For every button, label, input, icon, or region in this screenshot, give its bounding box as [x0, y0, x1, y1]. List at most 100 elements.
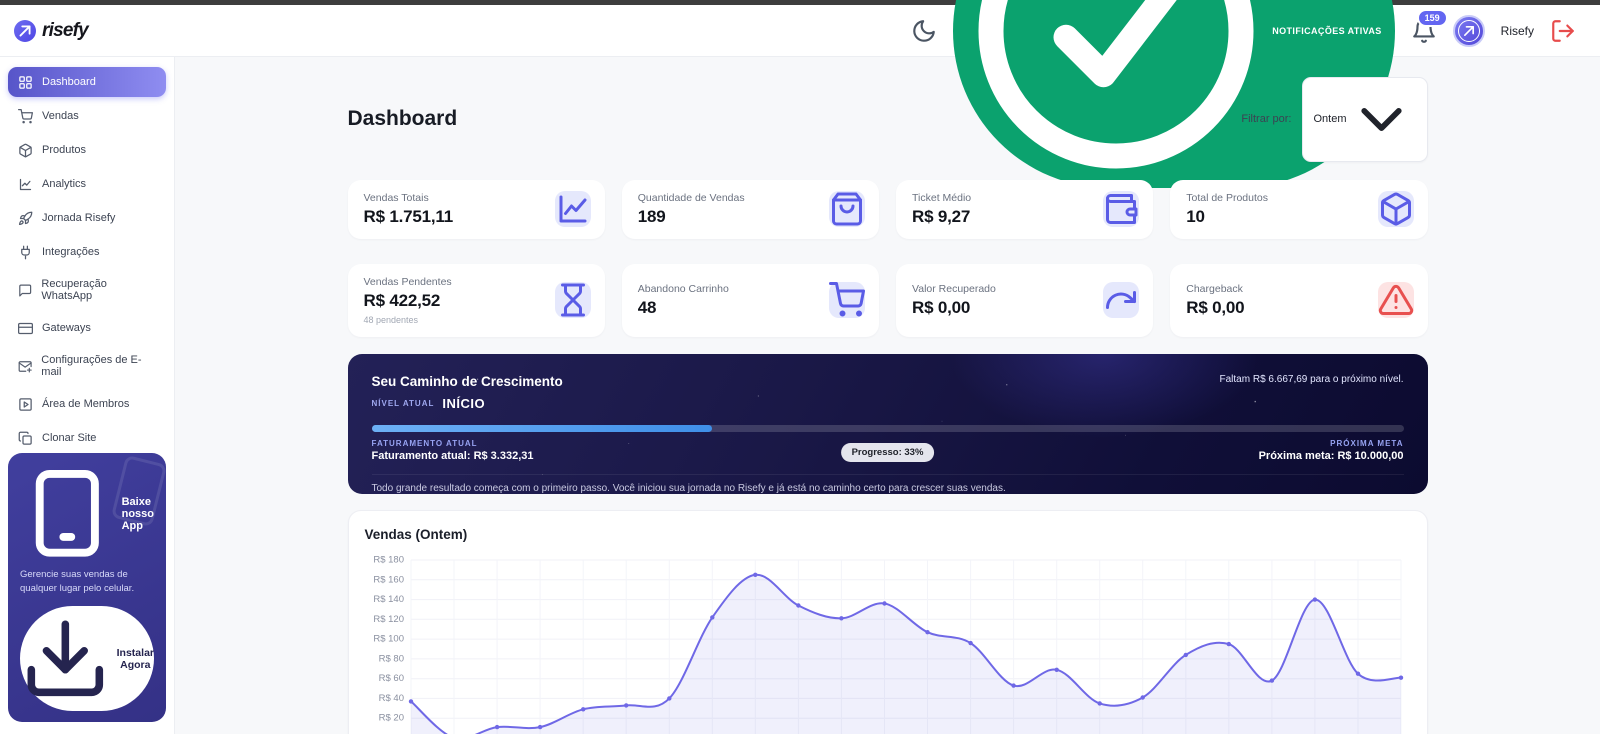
chart-line-icon	[554, 191, 591, 228]
logo-icon	[14, 19, 36, 42]
phone-icon	[20, 466, 115, 561]
sidebar-item-label: Gateways	[42, 322, 91, 335]
sidebar-item-label: Área de Membros	[42, 398, 130, 411]
grid-icon	[18, 75, 33, 90]
sidebar-item-integracoes[interactable]: Integrações	[8, 237, 166, 267]
user-avatar[interactable]	[1452, 14, 1485, 47]
progress-badge: Progresso: 33%	[840, 442, 935, 462]
next-goal-value: Próxima meta: R$ 10.000,00	[1258, 449, 1404, 462]
cart-icon	[829, 282, 865, 319]
sidebar-item-area-membros[interactable]: Área de Membros	[8, 389, 166, 419]
install-app-label: Instalar Agora	[116, 646, 154, 671]
level-value: INÍCIO	[442, 395, 486, 411]
current-revenue-label: FATURAMENTO ATUAL	[371, 438, 478, 448]
sidebar-item-gateways[interactable]: Gateways	[8, 313, 166, 343]
dark-mode-toggle[interactable]	[911, 18, 937, 44]
growth-progress-track	[371, 424, 1404, 432]
sidebar-item-label: Jornada Risefy	[42, 211, 116, 224]
sidebar-item-label: Produtos	[42, 143, 87, 156]
sidebar-item-configuracoes-email[interactable]: Configurações de E-mail	[8, 347, 166, 385]
sidebar-item-label: Configurações de E-mail	[41, 354, 142, 379]
package-icon	[18, 143, 33, 158]
filter-select[interactable]: Ontem	[1301, 77, 1428, 162]
svg-text:R$ 80: R$ 80	[378, 653, 403, 664]
sidebar-item-produtos[interactable]: Produtos	[8, 135, 166, 165]
app-card-text: Gerencie suas vendas de qualquer lugar p…	[20, 568, 135, 595]
package-icon	[1377, 191, 1414, 228]
download-icon	[20, 613, 111, 704]
sidebar-item-label: Clonar Site	[42, 432, 97, 445]
wallet-icon	[1103, 191, 1140, 228]
sidebar-item-vendas[interactable]: Vendas	[8, 101, 166, 131]
sidebar-item-label: Integrações	[42, 245, 100, 258]
stat-card: Chargeback R$ 0,00	[1170, 263, 1428, 337]
avatar-arrow-icon	[1457, 19, 1480, 42]
remaining-to-next-level: Faltam R$ 6.667,69 para o próximo nível.	[1219, 373, 1404, 385]
svg-text:R$ 180: R$ 180	[373, 555, 404, 566]
sidebar-nav: Dashboard Vendas Produtos Analytics Jorn…	[0, 67, 174, 453]
growth-message: Todo grande resultado começa com o prime…	[371, 473, 1404, 494]
install-app-button[interactable]: Instalar Agora	[20, 606, 154, 712]
sidebar-item-label: Analytics	[42, 177, 87, 190]
bag-icon	[829, 191, 865, 228]
stat-card: Vendas Pendentes R$ 422,52 48 pendentes	[347, 263, 605, 337]
sidebar-item-analytics[interactable]: Analytics	[8, 169, 166, 199]
sales-chart-title: Vendas (Ontem)	[364, 526, 468, 542]
sales-line-chart-svg: R$ 0R$ 20R$ 40R$ 60R$ 80R$ 100R$ 120R$ 1…	[373, 555, 1403, 734]
svg-text:R$ 60: R$ 60	[378, 673, 403, 684]
svg-text:R$ 140: R$ 140	[373, 594, 404, 605]
sales-chart-card: Vendas (Ontem) R$ 0R$ 20R$ 40R$ 60R$ 80R…	[347, 509, 1428, 734]
svg-text:R$ 120: R$ 120	[373, 614, 404, 625]
cart-icon	[18, 108, 33, 124]
sidebar: Dashboard Vendas Produtos Analytics Jorn…	[0, 57, 175, 734]
growth-title: Seu Caminho de Crescimento	[371, 373, 563, 389]
redo-icon	[1103, 282, 1140, 319]
main-content: Dashboard Filtrar por: Ontem Vendas Tota…	[175, 57, 1600, 734]
sidebar-item-label: Recuperação WhatsApp	[41, 278, 107, 303]
app-download-card: Baixe nosso App Gerencie suas vendas de …	[8, 453, 166, 722]
page-title: Dashboard	[347, 107, 458, 131]
logout-button[interactable]	[1550, 18, 1576, 44]
credit-card-icon	[18, 321, 33, 336]
stat-card: Valor Recuperado R$ 0,00	[896, 263, 1154, 337]
account-name: Risefy	[1500, 23, 1534, 38]
sidebar-item-dashboard[interactable]: Dashboard	[8, 67, 166, 97]
play-square-icon	[18, 397, 33, 412]
level-label: NÍVEL ATUAL	[371, 398, 435, 408]
growth-banner: Seu Caminho de Crescimento NÍVEL ATUAL I…	[348, 354, 1428, 494]
stat-card: Total de Produtos 10	[1170, 179, 1428, 239]
mail-plus-icon	[18, 359, 32, 374]
app-logo[interactable]: risefy	[14, 19, 89, 42]
clone-icon	[18, 431, 33, 446]
warning-icon	[1377, 282, 1414, 319]
filter-label: Filtrar por:	[1241, 113, 1292, 126]
current-revenue-value: Faturamento atual: R$ 3.332,31	[371, 449, 534, 462]
hourglass-icon	[554, 282, 591, 319]
sidebar-item-label: Dashboard	[42, 75, 96, 88]
logo-text: risefy	[42, 19, 89, 41]
filter-selected-value: Ontem	[1313, 113, 1347, 126]
analytics-icon	[18, 177, 33, 192]
stat-card: Ticket Médio R$ 9,27	[896, 179, 1154, 239]
stat-card: Quantidade de Vendas 189	[621, 179, 879, 239]
sidebar-item-jornada-risefy[interactable]: Jornada Risefy	[8, 203, 166, 233]
stat-card: Abandono Carrinho 48	[621, 263, 879, 337]
notifications-active-label: NOTIFICAÇÕES ATIVAS	[1272, 25, 1382, 36]
sales-chart: R$ 0R$ 20R$ 40R$ 60R$ 80R$ 100R$ 120R$ 1…	[365, 552, 1411, 734]
svg-text:R$ 160: R$ 160	[373, 574, 404, 585]
svg-text:R$ 20: R$ 20	[378, 713, 403, 724]
notification-count-badge: 159	[1416, 8, 1448, 27]
sidebar-item-label: Vendas	[42, 109, 79, 122]
chevron-down-icon	[1347, 85, 1416, 154]
svg-text:R$ 40: R$ 40	[378, 693, 403, 704]
chat-icon	[18, 283, 32, 298]
plug-icon	[18, 245, 33, 260]
stats-grid: Vendas Totais R$ 1.751,11 Quantidade de …	[347, 179, 1428, 337]
svg-text:R$ 100: R$ 100	[373, 634, 404, 645]
next-goal-label: PRÓXIMA META	[1330, 438, 1404, 448]
sidebar-item-recuperacao-whatsapp[interactable]: Recuperação WhatsApp	[8, 271, 166, 309]
stat-card: Vendas Totais R$ 1.751,11	[347, 179, 605, 239]
sidebar-item-clonar-site[interactable]: Clonar Site	[8, 423, 166, 453]
app-header: risefy NOTIFICAÇÕES ATIVAS 159 Risefy	[0, 0, 1600, 188]
progress-fill	[371, 424, 713, 432]
